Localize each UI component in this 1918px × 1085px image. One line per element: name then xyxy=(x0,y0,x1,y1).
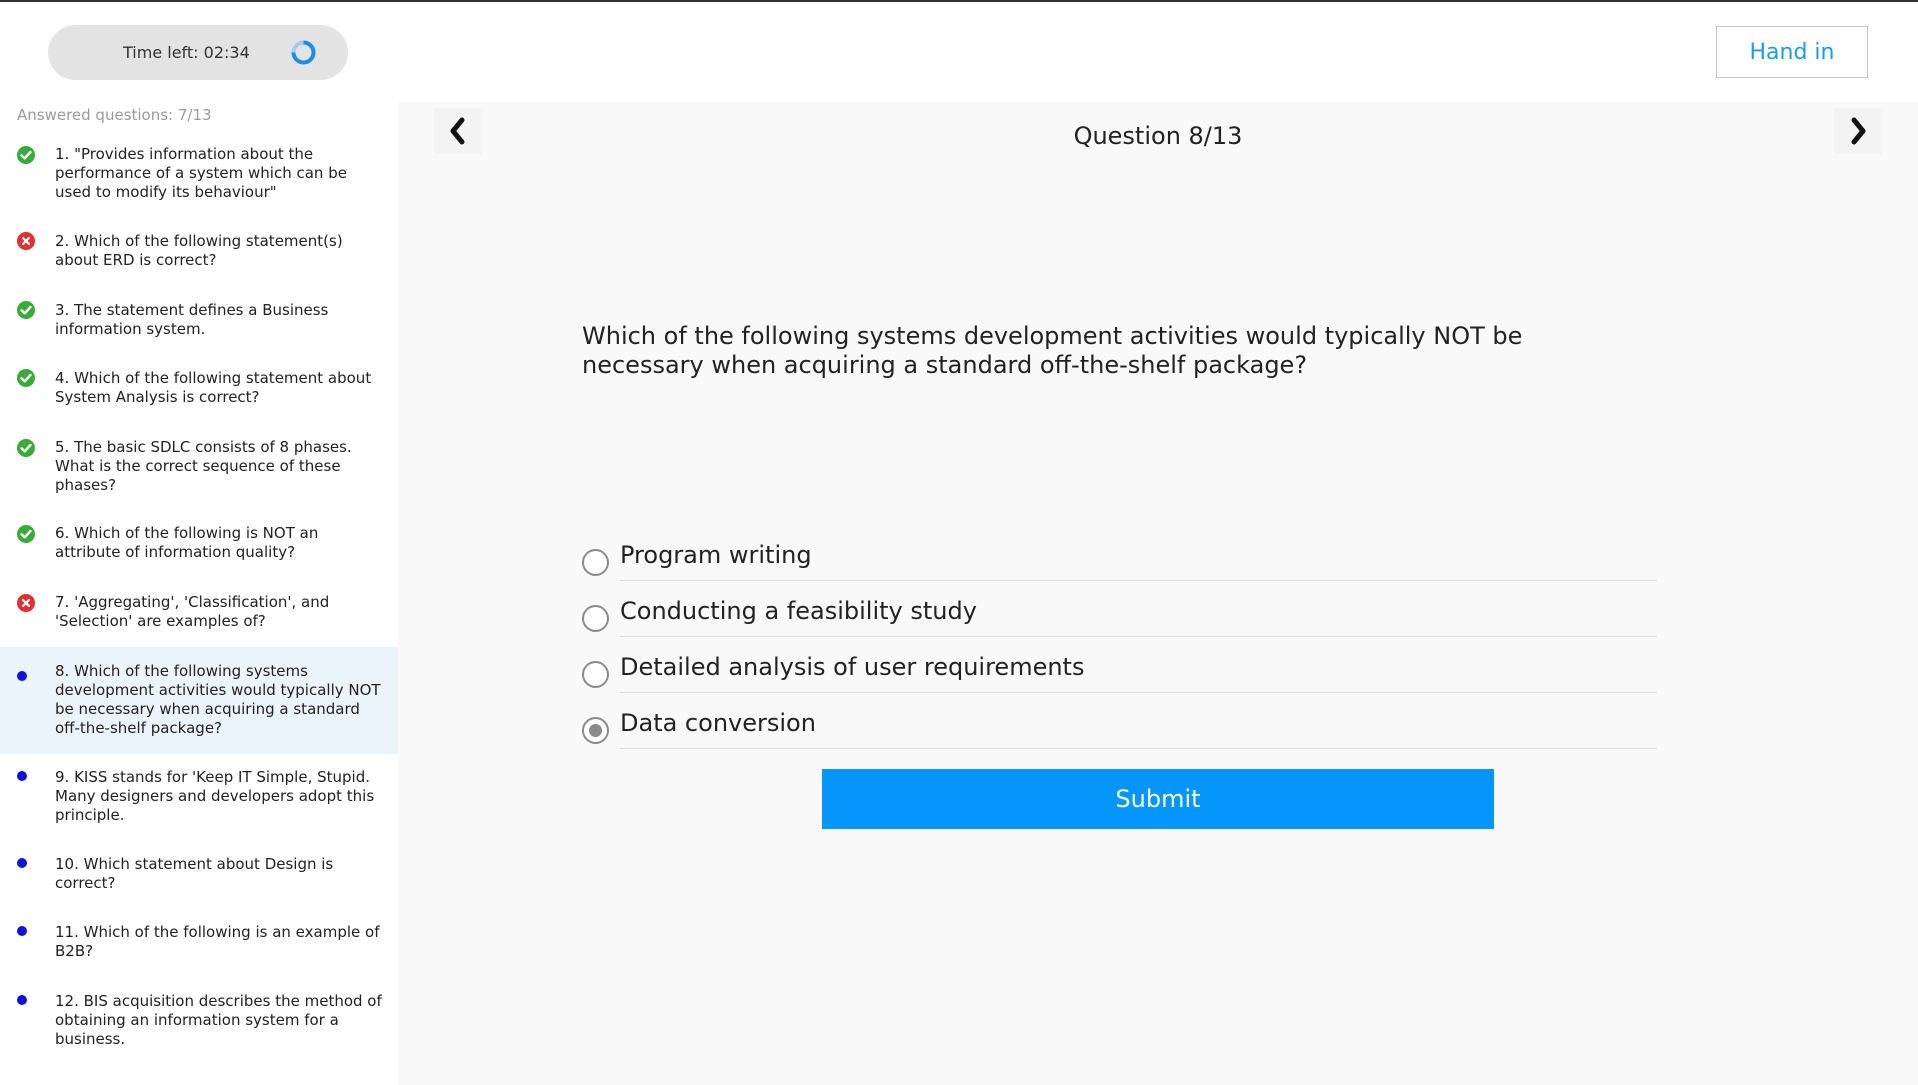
hand-in-button[interactable]: Hand in xyxy=(1716,26,1868,78)
dot-icon xyxy=(17,995,27,1005)
sidebar-item-q11[interactable]: 11. Which of the following is an example… xyxy=(0,920,398,970)
question-counter: Question 8/13 xyxy=(1073,122,1243,150)
divider xyxy=(620,636,1657,637)
sidebar-item-q9[interactable]: 9. KISS stands for 'Keep IT Simple, Stup… xyxy=(0,765,398,833)
sidebar-item-label: 1. "Provides information about the perfo… xyxy=(55,145,347,201)
radio-button[interactable] xyxy=(582,661,609,688)
sidebar-item-label: 3. The statement defines a Business info… xyxy=(55,301,329,338)
answered-count: Answered questions: 7/13 xyxy=(17,106,212,124)
sidebar-item-label: 12. BIS acquisition describes the method… xyxy=(55,992,382,1048)
question-panel: Question 8/13 Which of the following sys… xyxy=(398,102,1918,1085)
sidebar-item-q8[interactable]: 8. Which of the following systems develo… xyxy=(0,647,398,754)
sidebar-item-q12[interactable]: 12. BIS acquisition describes the method… xyxy=(0,989,398,1057)
answer-option-label: Conducting a feasibility study xyxy=(620,597,977,625)
x-circle-icon xyxy=(17,232,35,250)
radio-button-selected[interactable] xyxy=(582,717,609,744)
sidebar-item-q10[interactable]: 10. Which statement about Design is corr… xyxy=(0,852,398,902)
sidebar-item-label: 2. Which of the following statement(s) a… xyxy=(55,232,343,269)
answer-option-label: Data conversion xyxy=(620,709,816,737)
sidebar-item-label: 7. 'Aggregating', 'Classification', and … xyxy=(55,593,330,630)
sidebar-item-q5[interactable]: 5. The basic SDLC consists of 8 phases. … xyxy=(0,435,398,503)
sidebar-item-label: 5. The basic SDLC consists of 8 phases. … xyxy=(55,438,352,494)
divider xyxy=(620,692,1657,693)
sidebar-item-label: 8. Which of the following systems develo… xyxy=(55,662,381,737)
check-circle-icon xyxy=(17,525,35,543)
radio-button[interactable] xyxy=(582,549,609,576)
sidebar-item-q3[interactable]: 3. The statement defines a Business info… xyxy=(0,298,398,348)
question-sidebar: Answered questions: 7/13 1. "Provides in… xyxy=(0,102,398,1085)
answer-option-4[interactable]: Data conversion xyxy=(582,695,1657,751)
x-circle-icon xyxy=(17,594,35,612)
sidebar-item-q1[interactable]: 1. "Provides information about the perfo… xyxy=(0,142,398,210)
spinner-ring-icon xyxy=(291,40,316,65)
dot-icon xyxy=(17,671,27,681)
sidebar-item-label: 4. Which of the following statement abou… xyxy=(55,369,372,406)
sidebar-item-q7[interactable]: 7. 'Aggregating', 'Classification', and … xyxy=(0,590,398,640)
sidebar-item-q4[interactable]: 4. Which of the following statement abou… xyxy=(0,366,398,416)
answer-option-label: Program writing xyxy=(620,541,812,569)
dot-icon xyxy=(17,926,27,936)
answer-option-label: Detailed analysis of user requirements xyxy=(620,653,1085,681)
divider xyxy=(620,580,1657,581)
top-rule xyxy=(0,0,1918,2)
divider xyxy=(620,748,1657,749)
check-circle-icon xyxy=(17,369,35,387)
question-text: Which of the following systems developme… xyxy=(582,322,1523,379)
radio-button[interactable] xyxy=(582,605,609,632)
chevron-right-icon xyxy=(1851,117,1866,145)
check-circle-icon xyxy=(17,439,35,457)
timer-pill: Time left: 02:34 xyxy=(48,25,348,80)
next-question-button[interactable] xyxy=(1834,108,1882,154)
sidebar-item-label: 11. Which of the following is an example… xyxy=(55,923,380,960)
dot-icon xyxy=(17,771,27,781)
answer-option-2[interactable]: Conducting a feasibility study xyxy=(582,583,1657,639)
check-circle-icon xyxy=(17,301,35,319)
sidebar-item-q2[interactable]: 2. Which of the following statement(s) a… xyxy=(0,229,398,279)
answer-option-1[interactable]: Program writing xyxy=(582,527,1657,583)
timer-label: Time left: 02:34 xyxy=(123,43,250,62)
dot-icon xyxy=(17,858,27,868)
submit-button[interactable]: Submit xyxy=(822,769,1494,829)
sidebar-item-label: 6. Which of the following is NOT an attr… xyxy=(55,524,319,561)
sidebar-item-q6[interactable]: 6. Which of the following is NOT an attr… xyxy=(0,521,398,571)
sidebar-item-label: 10. Which statement about Design is corr… xyxy=(55,855,334,892)
sidebar-item-label: 9. KISS stands for 'Keep IT Simple, Stup… xyxy=(55,768,375,824)
answer-option-3[interactable]: Detailed analysis of user requirements xyxy=(582,639,1657,695)
check-circle-icon xyxy=(17,146,35,164)
